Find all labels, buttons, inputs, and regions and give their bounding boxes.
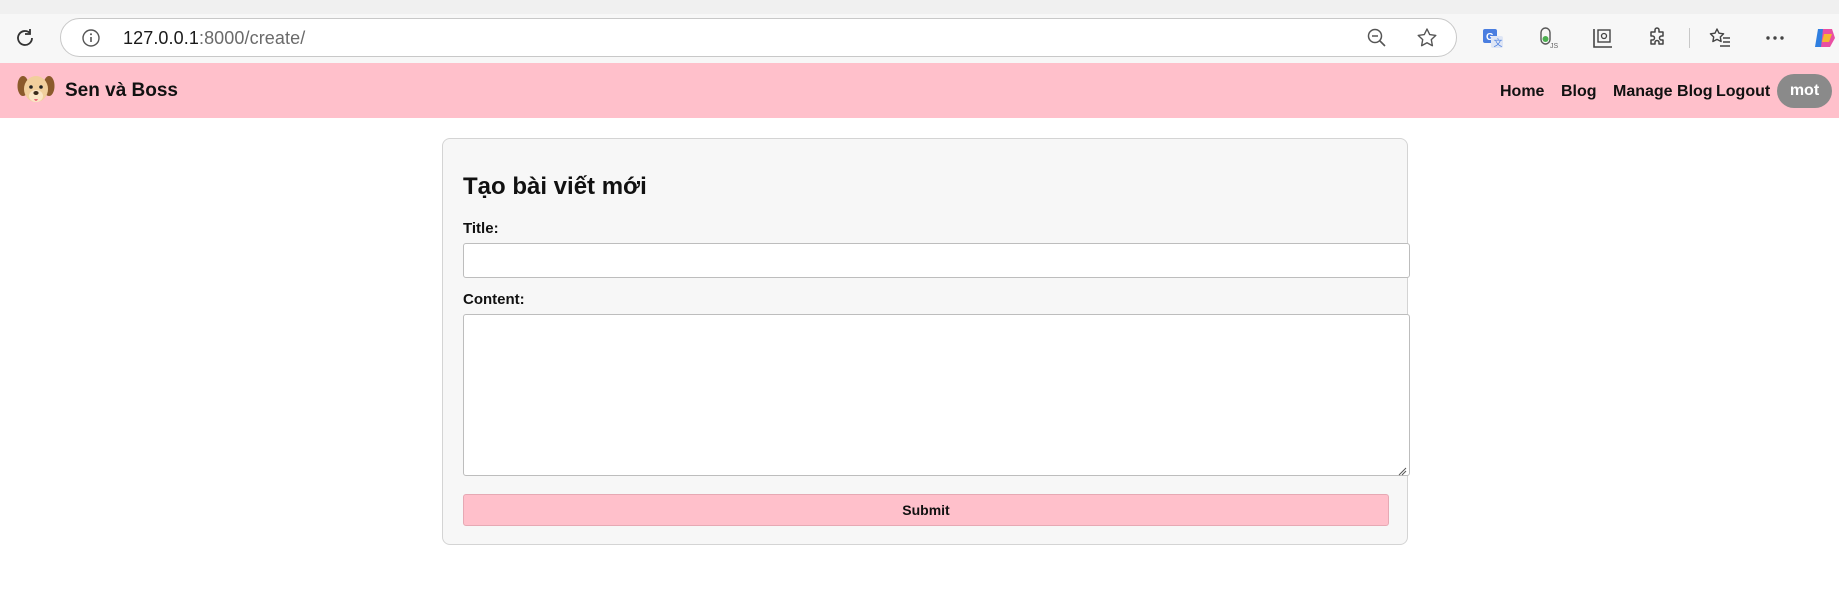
nav-logout-link[interactable]: Logout [1716,83,1770,101]
title-input[interactable] [463,243,1410,278]
extensions-puzzle-icon[interactable] [1645,25,1671,51]
favorite-star-icon[interactable] [1415,26,1439,50]
browser-toolbar: 127.0.0.1:8000/create/ G文 JS [0,0,1839,63]
zoom-out-icon[interactable] [1366,27,1388,49]
tab-strip [0,0,1839,14]
js-toggle-extension-icon[interactable]: JS [1535,25,1561,51]
content-label: Content: [463,291,525,308]
toolbar-divider [1689,28,1690,48]
create-post-card: Tạo bài viết mới Title: Content: Submit [442,138,1410,545]
dog-logo-icon[interactable] [16,71,56,109]
info-icon[interactable] [81,28,101,48]
svg-text:JS: JS [1550,43,1559,50]
submit-button[interactable]: Submit [463,494,1389,526]
site-navbar: Sen và Boss Home Blog Manage Blog Logout… [0,63,1839,118]
brand-name[interactable]: Sen và Boss [65,80,178,102]
url-path: :8000/create/ [198,28,306,48]
nav-manage-blog-link[interactable]: Manage Blog [1613,83,1713,101]
translate-extension-icon[interactable]: G文 [1480,25,1506,51]
more-menu-icon[interactable] [1762,25,1788,51]
reload-icon[interactable] [11,24,39,52]
resize-handle-icon[interactable] [1397,463,1407,476]
favorites-icon[interactable] [1707,25,1733,51]
page-title: Tạo bài viết mới [463,173,647,200]
nav-home-link[interactable]: Home [1500,83,1544,101]
url-text[interactable]: 127.0.0.1:8000/create/ [123,28,305,49]
url-host: 127.0.0.1 [123,28,199,48]
user-badge[interactable]: mot [1777,74,1832,108]
content-textarea[interactable] [463,314,1410,476]
svg-text:文: 文 [1494,37,1503,48]
screenshot-extension-icon[interactable] [1590,25,1616,51]
nav-blog-link[interactable]: Blog [1561,83,1597,101]
copilot-icon[interactable] [1812,25,1838,51]
title-label: Title: [463,220,499,237]
address-bar[interactable]: 127.0.0.1:8000/create/ [60,18,1457,57]
